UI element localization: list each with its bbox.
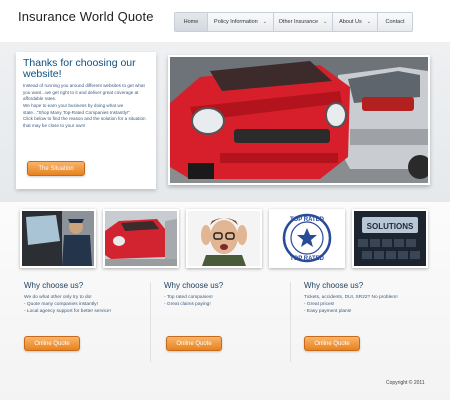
welcome-title: Thanks for choosing our website! [23, 57, 136, 81]
main-nav: Home Policy Information ⌄ Other Insuranc… [174, 12, 413, 32]
nav-other-insurance[interactable]: Other Insurance ⌄ [274, 13, 333, 31]
top-rated-stamp-text-bottom: TOP RATED [290, 256, 325, 262]
copyright-text: Copyright © 2011 [386, 380, 425, 386]
solutions-key-text: SOLUTIONS [367, 222, 414, 231]
nav-about-us-label: About Us [339, 19, 362, 25]
solutions-keyboard-photo: SOLUTIONS [352, 209, 428, 268]
column-divider [150, 282, 151, 362]
why-choose-us-column-2: Why choose us? - Top rated companies! - … [164, 281, 292, 361]
online-quote-button-1[interactable]: Online Quote [24, 336, 80, 351]
online-quote-button-3[interactable]: Online Quote [304, 336, 360, 351]
crashed-car-photo [103, 209, 179, 268]
why-choose-us-column-1: Why choose us? We do what other only try… [24, 281, 152, 361]
column-3-line-3: - Easy payment plans! [304, 309, 352, 315]
column-3-line-2: - Great prices! [304, 302, 335, 308]
site-logo[interactable]: Insurance World Quote [18, 9, 154, 24]
column-2-title: Why choose us? [164, 281, 224, 290]
car-crash-illustration [170, 57, 428, 183]
chevron-down-icon: ⌄ [366, 19, 371, 25]
column-3-title: Why choose us? [304, 281, 364, 290]
top-rated-stamp-text: TOP RATED [290, 217, 325, 223]
welcome-text-3: Click below to find the reason and the s… [23, 116, 146, 128]
welcome-panel: Thanks for choosing our website! Instead… [16, 52, 156, 189]
chevron-down-icon: ⌄ [262, 19, 267, 25]
nav-home-label: Home [183, 19, 199, 25]
nav-policy-information[interactable]: Policy Information ⌄ [208, 13, 274, 31]
nav-policy-information-label: Policy Information [214, 19, 258, 25]
nav-other-insurance-label: Other Insurance [278, 19, 319, 25]
column-2-line-2: - Great claims paying! [164, 302, 211, 308]
column-divider [290, 282, 291, 362]
nav-about-us[interactable]: About Us ⌄ [333, 13, 378, 31]
page: Insurance World Quote Home Policy Inform… [0, 0, 450, 400]
the-situation-button[interactable]: The Situation [27, 161, 85, 176]
welcome-text-1: Instead of running you around different … [23, 83, 145, 102]
thumbnail-strip: TOP RATED TOP RATED SOLUTIONS [20, 209, 428, 269]
top-rated-stamp: TOP RATED TOP RATED [269, 209, 345, 268]
welcome-text-2: We hope to earn your business by doing w… [23, 103, 130, 115]
column-1-line-2: - Quote many companies instantly! [24, 302, 98, 308]
column-2-line-1: - Top rated companies! [164, 295, 213, 300]
stressed-man-photo [186, 209, 262, 268]
nav-contact-label: Contact [385, 19, 405, 25]
column-3-line-1: Tickets, accidents, DUI, SR22? No proble… [304, 295, 398, 300]
nav-contact[interactable]: Contact [378, 13, 412, 31]
hero-car-crash-photo [168, 55, 430, 185]
why-choose-us-column-3: Why choose us? Tickets, accidents, DUI, … [304, 281, 432, 361]
column-1-title: Why choose us? [24, 281, 84, 290]
chevron-down-icon: ⌄ [323, 19, 328, 25]
column-1-line-1: We do what other only try to do! [24, 295, 92, 300]
column-1-line-3: - Local agency support for better servic… [24, 309, 111, 315]
police-officer-photo [20, 209, 96, 268]
online-quote-button-2[interactable]: Online Quote [166, 336, 222, 351]
nav-home[interactable]: Home [175, 13, 208, 31]
